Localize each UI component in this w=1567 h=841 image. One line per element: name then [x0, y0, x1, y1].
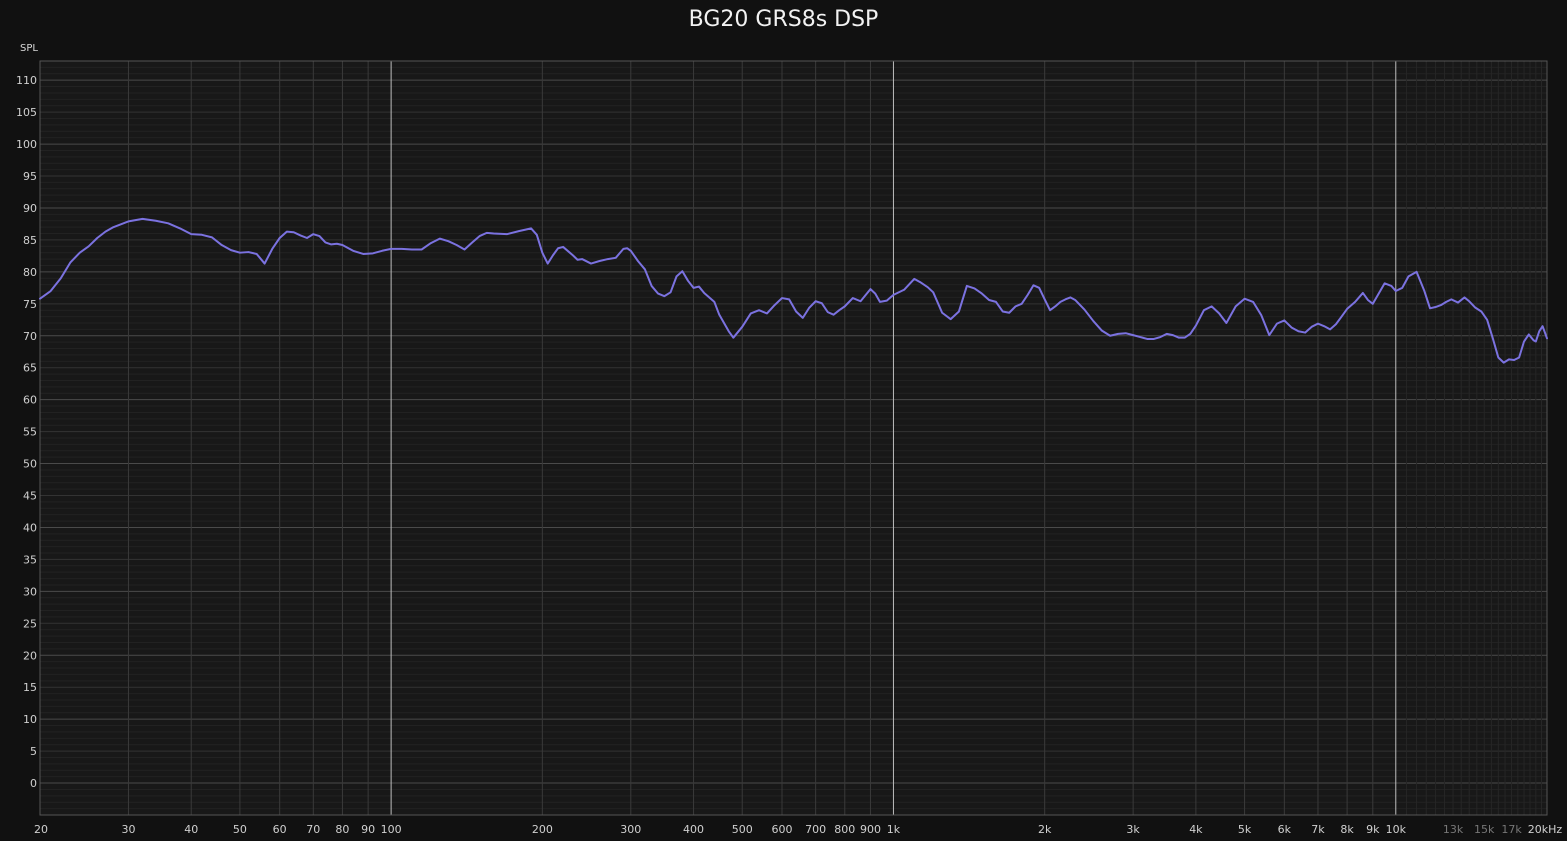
y-tick-label: 110: [16, 74, 37, 87]
x-tick-label: 3k: [1126, 823, 1140, 836]
y-tick-label: 0: [30, 777, 37, 790]
x-tick-label: 2k: [1038, 823, 1052, 836]
x-tick-label: 17k: [1501, 823, 1522, 836]
x-tick-label: 90: [361, 823, 375, 836]
x-tick-label: 6k: [1278, 823, 1292, 836]
y-tick-label: 90: [23, 202, 37, 215]
y-tick-label: 55: [23, 426, 37, 439]
y-tick-label: 25: [23, 617, 37, 630]
y-tick-label: 65: [23, 362, 37, 375]
x-tick-label: 40: [184, 823, 198, 836]
y-tick-label: 100: [16, 138, 37, 151]
x-tick-label: 700: [805, 823, 826, 836]
y-tick-label: 15: [23, 681, 37, 694]
y-tick-label: 5: [30, 745, 37, 758]
y-tick-label: 30: [23, 585, 37, 598]
x-tick-label: 7k: [1311, 823, 1325, 836]
x-tick-label: 20: [34, 823, 48, 836]
x-tick-label: 4k: [1189, 823, 1203, 836]
chart-root: BG20 GRS8s DSP SPL 110 105 100 95 90 85 80 75 70…: [0, 0, 1567, 841]
y-tick-label: 60: [23, 394, 37, 407]
y-tick-label: 45: [23, 490, 37, 503]
x-tick-label: 600: [772, 823, 793, 836]
y-tick-label: 50: [23, 458, 37, 471]
y-tick-label: 95: [23, 170, 37, 183]
y-tick-label: 75: [23, 298, 37, 311]
y-tick-label: 70: [23, 330, 37, 343]
x-tick-label: 200: [532, 823, 553, 836]
x-tick-label: 30: [121, 823, 135, 836]
x-tick-label: 15k: [1474, 823, 1495, 836]
y-tick-label: 10: [23, 713, 37, 726]
x-tick-label: 8k: [1340, 823, 1354, 836]
x-tick-label: 13k: [1443, 823, 1464, 836]
frequency-response-chart: 1101051009590858075706560555045403530252…: [16, 60, 1563, 836]
x-tick-label: 50: [233, 823, 247, 836]
y-tick-label: 35: [23, 553, 37, 566]
x-tick-label: 80: [335, 823, 349, 836]
x-tick-label: 70: [306, 823, 320, 836]
x-tick-label: 9k: [1366, 823, 1380, 836]
x-tick-label: 10k: [1386, 823, 1407, 836]
x-tick-label: 5k: [1238, 823, 1252, 836]
y-tick-label: 105: [16, 106, 37, 119]
x-tick-label: 100: [381, 823, 402, 836]
x-tick-label: 20kHz: [1528, 823, 1563, 836]
x-tick-label: 1k: [887, 823, 901, 836]
x-tick-label: 800: [834, 823, 855, 836]
x-tick-label: 900: [860, 823, 881, 836]
y-tick-label: 20: [23, 649, 37, 662]
y-tick-label: 40: [23, 521, 37, 534]
x-tick-label: 400: [683, 823, 704, 836]
x-tick-label: 500: [732, 823, 753, 836]
x-tick-label: 300: [620, 823, 641, 836]
y-tick-label: 80: [23, 266, 37, 279]
x-tick-label: 60: [273, 823, 287, 836]
y-tick-label: 85: [23, 234, 37, 247]
